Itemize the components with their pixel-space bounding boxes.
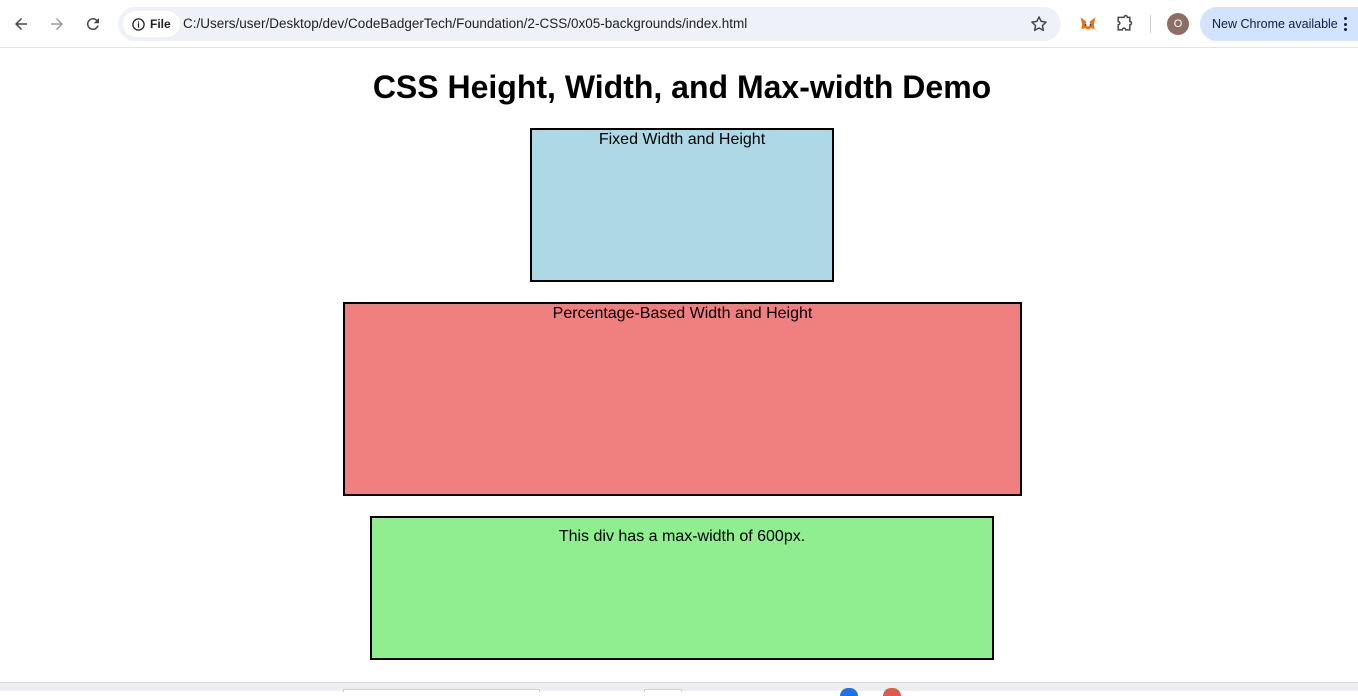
url-text[interactable]: C:/Users/user/Desktop/dev/CodeBadgerTech… [183,16,747,31]
file-chip-label: File [150,17,171,31]
taskbar-app-icon[interactable] [840,688,858,696]
max-width-box: This div has a max-width of 600px. [370,516,994,660]
puzzle-icon [1117,14,1133,31]
browser-toolbar: File C:/Users/user/Desktop/dev/CodeBadge… [0,0,1358,48]
fixed-size-box: Fixed Width and Height [530,128,834,282]
arrow-right-icon [51,18,63,30]
extensions-button[interactable] [1112,12,1136,36]
percentage-size-box: Percentage-Based Width and Height [343,302,1022,496]
site-info-chip[interactable]: File [123,11,180,37]
kebab-menu-icon[interactable] [1344,17,1348,31]
taskbar-app-icon[interactable] [883,688,901,696]
update-chrome-label: New Chrome available [1212,17,1338,31]
metamask-extension-button[interactable] [1076,12,1100,36]
arrow-left-icon [15,18,27,30]
back-button[interactable] [6,9,36,39]
reload-icon [86,18,99,31]
star-icon[interactable] [1029,14,1049,34]
page-viewport: CSS Height, Width, and Max-width Demo Fi… [0,48,1358,682]
info-icon [132,17,145,31]
toolbar-divider [1150,15,1151,33]
page-title: CSS Height, Width, and Max-width Demo [372,69,992,105]
profile-avatar[interactable]: O [1167,13,1189,35]
update-chrome-button[interactable]: New Chrome available [1200,7,1358,41]
address-bar[interactable]: File C:/Users/user/Desktop/dev/CodeBadge… [118,7,1061,41]
os-taskbar [0,682,1358,696]
fox-icon [1080,17,1096,30]
forward-button[interactable] [42,9,72,39]
reload-button[interactable] [78,9,108,39]
